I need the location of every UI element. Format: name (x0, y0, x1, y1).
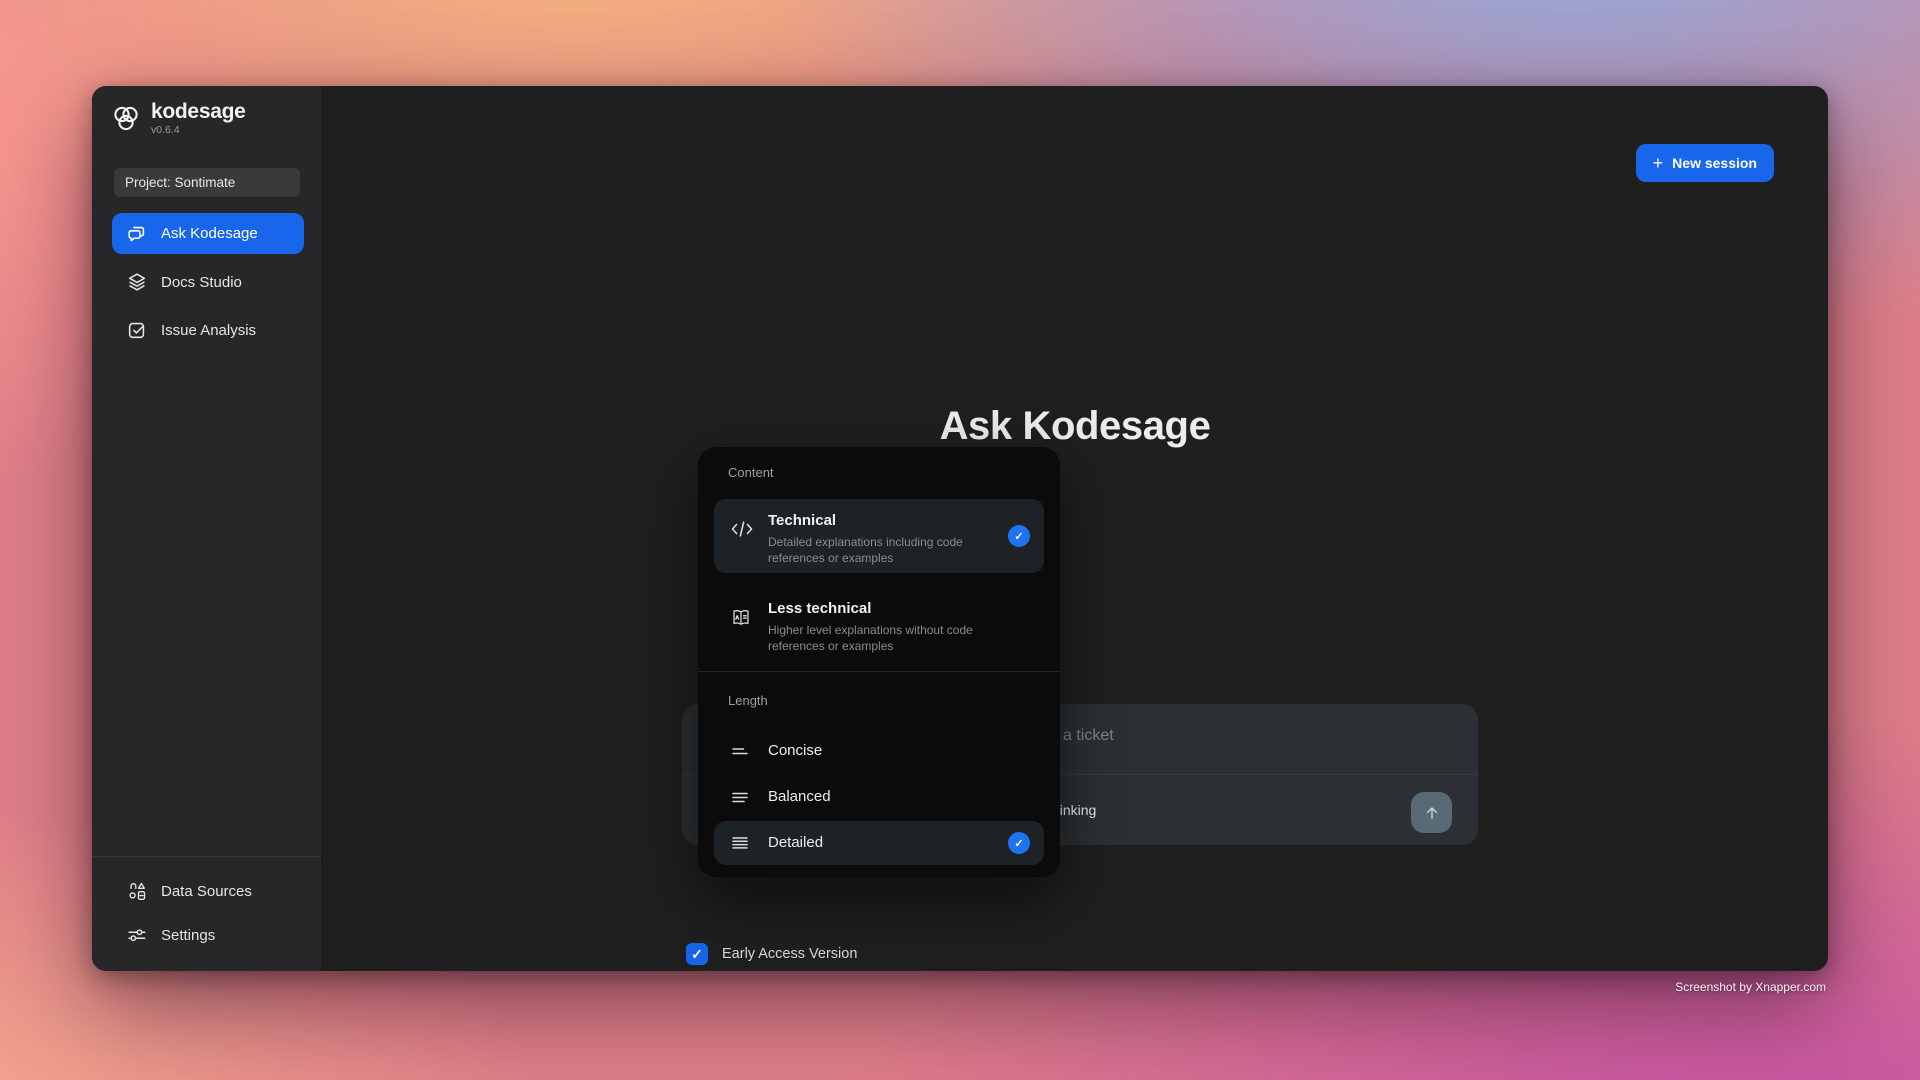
sidebar-item-issue-analysis[interactable]: Issue Analysis (112, 310, 304, 350)
sidebar-item-label: Ask Kodesage (161, 225, 258, 242)
new-session-button[interactable]: + New session (1636, 144, 1774, 182)
length-section-label: Length (728, 693, 768, 708)
page-title: Ask Kodesage (322, 404, 1828, 449)
arrow-up-icon (1421, 802, 1443, 824)
new-session-label: New session (1672, 155, 1757, 171)
main-content: + New session Ask Kodesage a ticket Styl… (322, 86, 1828, 971)
menu-divider (698, 671, 1060, 672)
content-section-label: Content (728, 465, 774, 480)
early-access-checkbox[interactable]: ✓ (686, 943, 708, 965)
sidebar: kodesage v0.6.4 Project: Sontimate Ask K… (92, 86, 322, 971)
code-icon (730, 519, 754, 539)
selected-check-icon: ✓ (1008, 525, 1030, 547)
option-title: Balanced (768, 788, 831, 805)
lines-3-icon (730, 787, 750, 807)
message-input[interactable]: a ticket (1063, 727, 1114, 745)
option-description: Detailed explanations including code ref… (768, 534, 1003, 566)
chat-bubbles-icon (126, 223, 148, 245)
sidebar-item-label: Docs Studio (161, 274, 242, 291)
option-title: Less technical (768, 600, 871, 617)
app-name: kodesage (151, 101, 245, 123)
sidebar-item-label: Issue Analysis (161, 322, 256, 339)
book-icon (730, 607, 752, 629)
send-button[interactable] (1411, 792, 1452, 833)
option-title: Concise (768, 742, 822, 759)
menu-option-less-technical[interactable]: Less technical Higher level explanations… (714, 587, 1044, 663)
option-title: Detailed (768, 834, 823, 851)
layers-icon (126, 271, 148, 293)
watermark: Screenshot by Xnapper.com (1675, 980, 1826, 994)
sidebar-item-ask-kodesage[interactable]: Ask Kodesage (112, 213, 304, 254)
sidebar-item-label: Settings (161, 927, 215, 944)
lines-2-icon (730, 741, 750, 761)
menu-option-balanced[interactable]: Balanced (714, 777, 1044, 817)
selected-check-icon: ✓ (1008, 832, 1030, 854)
shapes-icon (126, 880, 148, 902)
option-description: Higher level explanations without code r… (768, 622, 1003, 654)
option-title: Technical (768, 512, 836, 529)
sidebar-item-label: Data Sources (161, 883, 252, 900)
lines-4-icon (730, 833, 750, 853)
sidebar-item-settings[interactable]: Settings (112, 915, 304, 955)
sidebar-item-docs-studio[interactable]: Docs Studio (112, 262, 304, 302)
early-access-label: Early Access Version (722, 946, 857, 962)
project-selector[interactable]: Project: Sontimate (114, 168, 300, 197)
sidebar-footer: Data Sources Settings (92, 856, 321, 971)
app-window: kodesage v0.6.4 Project: Sontimate Ask K… (92, 86, 1828, 971)
early-access-row: ✓ Early Access Version (686, 943, 857, 965)
plus-icon: + (1653, 154, 1664, 172)
sliders-icon (126, 924, 148, 946)
kodesage-knot-icon (108, 101, 144, 137)
menu-option-technical[interactable]: Technical Detailed explanations includin… (714, 499, 1044, 573)
app-version: v0.6.4 (151, 124, 245, 136)
menu-option-detailed[interactable]: Detailed ✓ (714, 821, 1044, 865)
check-square-icon (126, 319, 148, 341)
style-menu-popup: Content Technical Detailed explanations … (698, 447, 1060, 877)
sidebar-item-data-sources[interactable]: Data Sources (112, 871, 304, 911)
menu-option-concise[interactable]: Concise (714, 731, 1044, 771)
app-logo: kodesage v0.6.4 (108, 101, 245, 137)
